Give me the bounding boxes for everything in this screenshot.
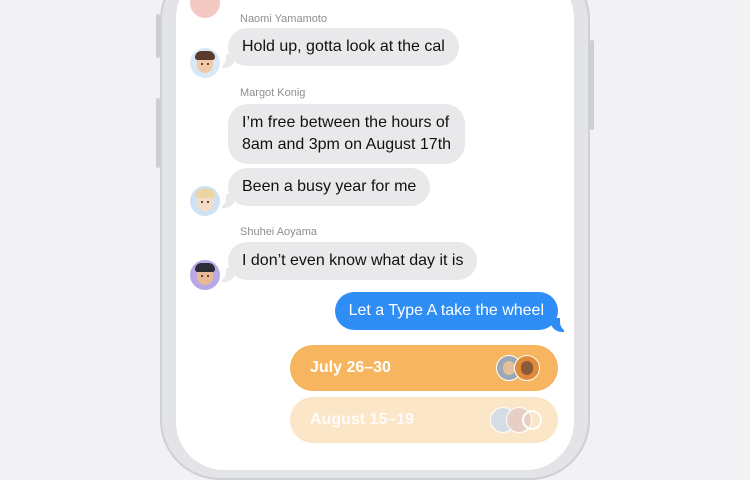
poll-option[interactable]: August 15–19 — [290, 397, 558, 443]
poll-voters — [490, 406, 544, 434]
bubble-tail — [214, 192, 236, 208]
power-button — [590, 40, 594, 130]
sender-name: Shuhei Aoyama — [240, 226, 318, 238]
poll-option[interactable]: July 26–30 — [290, 345, 558, 391]
message-bubble[interactable]: I’m free between the hours of 8am and 3p… — [228, 104, 466, 164]
poll-option-label: July 26–30 — [310, 359, 391, 376]
poll-option-label: August 15–19 — [310, 411, 415, 428]
margot-avatar-icon[interactable] — [190, 186, 220, 216]
outgoing-message-bubble[interactable]: Let a Type A take the wheel — [334, 292, 558, 330]
volume-down-button — [156, 98, 160, 168]
sender-name: Naomi Yamamoto — [240, 13, 328, 25]
conversation-transcript: Naomi Yamamoto Hold up, gotta look at th… — [176, 0, 574, 470]
sender-name: Margot Konig — [240, 87, 306, 99]
bubble-tail — [550, 316, 572, 332]
message-bubble[interactable]: Been a busy year for me — [228, 168, 431, 206]
voter-avatar-icon — [514, 355, 540, 381]
shuhei-avatar-icon[interactable] — [190, 260, 220, 290]
poll-voters — [492, 354, 544, 382]
message-bubble[interactable]: Hold up, gotta look at the cal — [228, 28, 459, 66]
naomi-avatar-icon[interactable] — [190, 48, 220, 78]
message-line: 8am and 3pm on August 17th — [242, 136, 452, 153]
message-line: I’m free between the hours of — [242, 114, 450, 131]
bubble-tail — [214, 266, 236, 282]
volume-up-button — [156, 14, 160, 58]
add-vote-ring-icon — [522, 410, 542, 430]
messages-screen: Naomi Yamamoto Hold up, gotta look at th… — [176, 0, 574, 470]
partial-avatar — [190, 0, 220, 18]
message-bubble[interactable]: I don’t even know what day it is — [228, 242, 478, 280]
bubble-tail — [214, 52, 236, 68]
